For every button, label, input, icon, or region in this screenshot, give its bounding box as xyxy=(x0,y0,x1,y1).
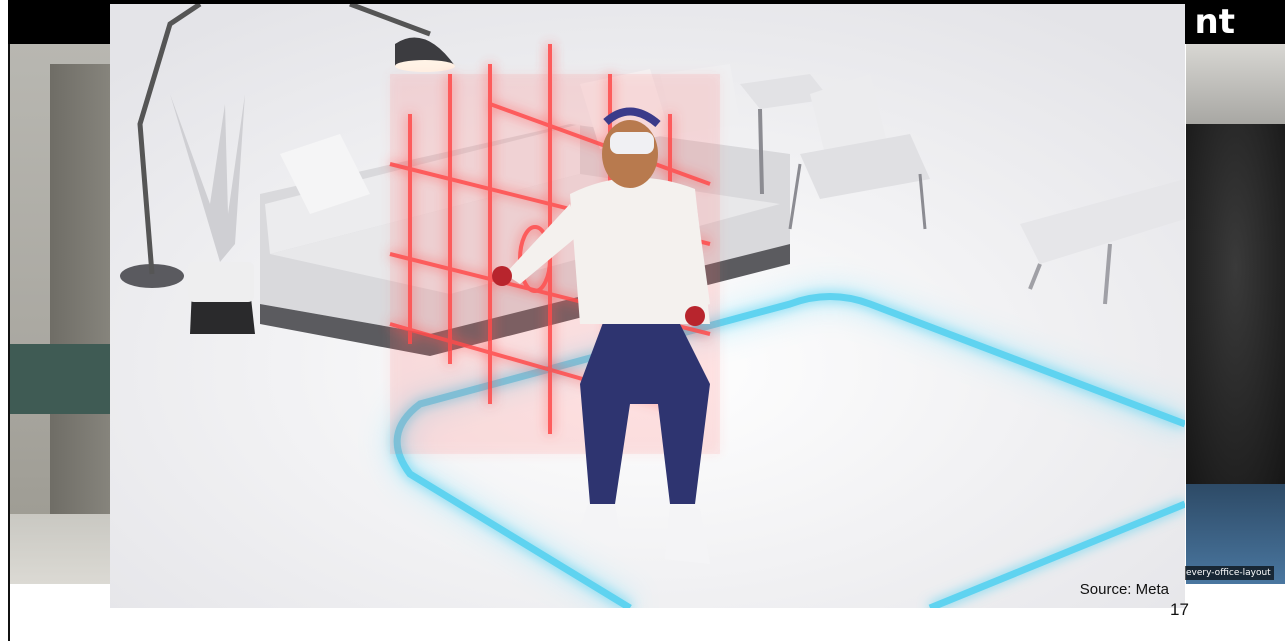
background-photo-hallway xyxy=(10,44,112,584)
slide-title-fragment: nt xyxy=(1194,2,1235,42)
image-caption: every-office-layout xyxy=(1183,566,1274,580)
door-panel xyxy=(50,64,112,584)
vr-scene-svg xyxy=(110,4,1185,608)
vr-boundary-illustration: Source: Meta xyxy=(110,4,1185,608)
office-dark-wall xyxy=(1186,124,1285,484)
page-number: 17 xyxy=(1170,600,1189,619)
office-ceiling xyxy=(1186,44,1285,124)
wall-stripe xyxy=(10,344,112,414)
background-photo-office xyxy=(1186,44,1285,584)
floor-area xyxy=(10,514,112,584)
image-source-credit: Source: Meta xyxy=(1079,581,1169,598)
